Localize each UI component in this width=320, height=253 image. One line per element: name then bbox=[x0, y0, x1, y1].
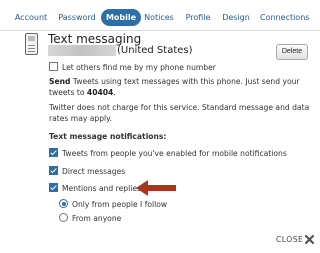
page-title: Text messaging bbox=[48, 32, 142, 46]
tab-account[interactable]: Account bbox=[14, 9, 48, 26]
tab-design[interactable]: Design bbox=[221, 9, 251, 26]
delete-button[interactable]: Delete bbox=[276, 44, 308, 60]
send-info-text: Send Tweets using text messages with thi… bbox=[49, 76, 311, 98]
mentions-option[interactable]: Mentions and replies bbox=[49, 183, 141, 193]
only-follow-option[interactable]: Only from people I follow bbox=[59, 199, 167, 209]
tab-notices[interactable]: Notices bbox=[143, 9, 175, 26]
masked-number-blur bbox=[48, 45, 116, 56]
let-others-label: Let others find me by my phone number bbox=[62, 63, 216, 72]
settings-tabs: Account Password Mobile Notices Profile … bbox=[0, 0, 320, 31]
tweets-checkbox[interactable] bbox=[49, 148, 58, 157]
from-anyone-option[interactable]: From anyone bbox=[59, 213, 121, 223]
arrow-icon bbox=[136, 180, 176, 196]
shortcode: 40404 bbox=[86, 88, 114, 97]
tab-mobile[interactable]: Mobile bbox=[101, 9, 141, 26]
direct-messages-option[interactable]: Direct messages bbox=[49, 166, 125, 176]
send-end: . bbox=[113, 88, 116, 97]
from-anyone-radio[interactable] bbox=[59, 213, 68, 222]
close-x-icon[interactable] bbox=[305, 235, 314, 244]
tab-connections[interactable]: Connections bbox=[260, 9, 309, 26]
mentions-label: Mentions and replies bbox=[62, 184, 141, 193]
close-button[interactable]: CLOSE bbox=[276, 235, 303, 244]
only-follow-label: Only from people I follow bbox=[72, 200, 168, 209]
only-follow-radio[interactable] bbox=[59, 199, 68, 208]
from-anyone-label: From anyone bbox=[72, 214, 122, 223]
charge-info-text: Twitter does not charge for this service… bbox=[49, 103, 310, 123]
send-bold: Send bbox=[49, 77, 71, 86]
phone-country: (United States) bbox=[117, 45, 193, 56]
notifications-heading: Text message notifications: bbox=[49, 132, 167, 141]
mentions-checkbox[interactable] bbox=[49, 183, 58, 192]
tab-password[interactable]: Password bbox=[57, 9, 97, 26]
let-others-checkbox[interactable] bbox=[49, 62, 58, 71]
tweets-label: Tweets from people you've enabled for mo… bbox=[62, 149, 287, 158]
tweets-notification-option[interactable]: Tweets from people you've enabled for mo… bbox=[49, 148, 287, 158]
let-others-find-row[interactable]: Let others find me by my phone number bbox=[49, 62, 216, 72]
phone-number: (United States) bbox=[48, 45, 193, 59]
direct-messages-checkbox[interactable] bbox=[49, 166, 58, 175]
phone-icon bbox=[25, 33, 38, 55]
tab-profile[interactable]: Profile bbox=[183, 9, 213, 26]
direct-messages-label: Direct messages bbox=[62, 167, 126, 176]
